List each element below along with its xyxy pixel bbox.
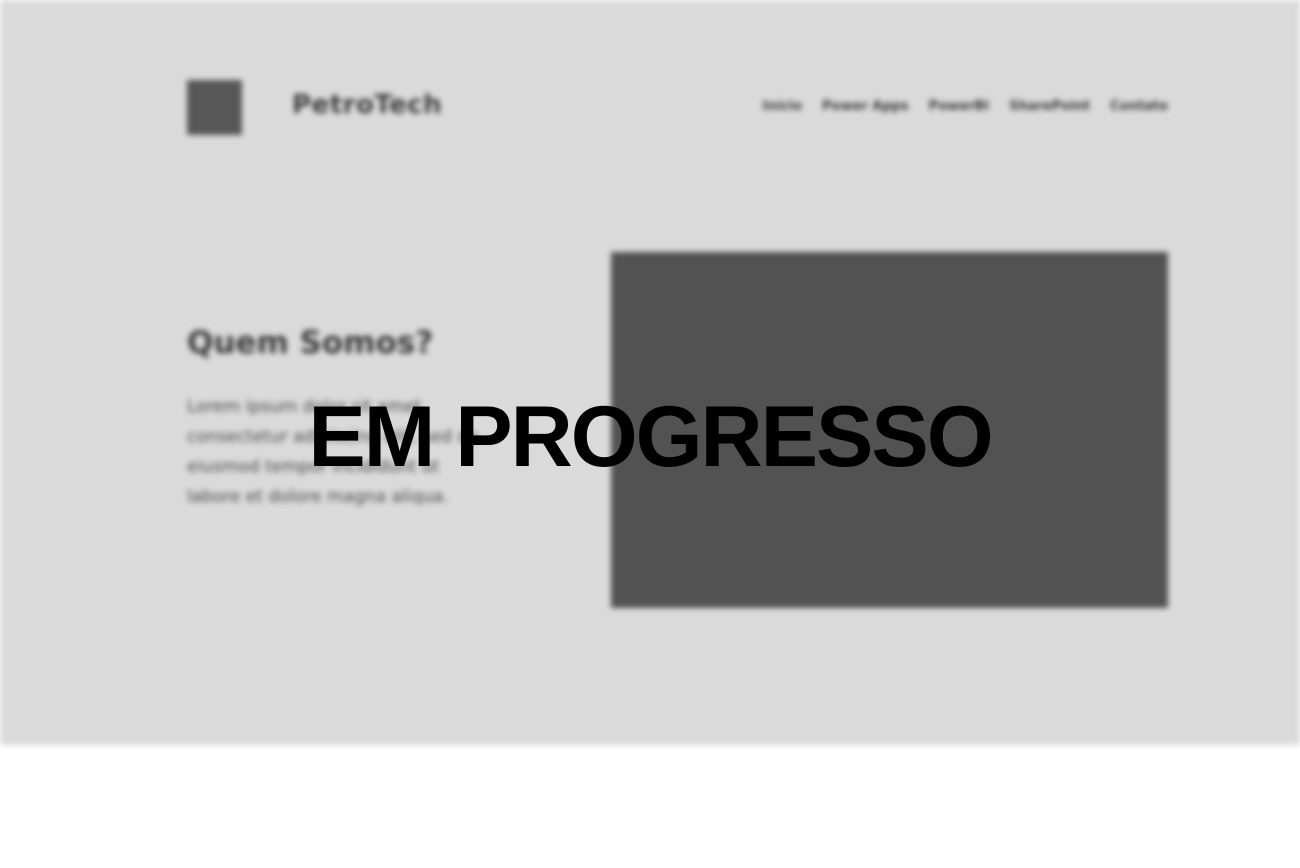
brand-name[interactable]: PetroTech [292,90,442,120]
nav-item-inicio[interactable]: Início [762,99,802,114]
hero-title: Quem Somos? [187,325,434,361]
logo-placeholder[interactable] [187,80,242,135]
page: PetroTech Início Power Apps PowerBI Shar… [0,0,1300,868]
in-progress-overlay-text: EM PROGRESSO [308,389,993,485]
nav-item-contato[interactable]: Contato [1110,99,1168,114]
nav-item-power-apps[interactable]: Power Apps [822,99,909,114]
nav-item-sharepoint[interactable]: SharePoint [1009,99,1090,114]
nav-item-powerbi[interactable]: PowerBI [929,99,989,114]
page-bottom-area [0,745,1300,868]
main-nav: Início Power Apps PowerBI SharePoint Con… [762,99,1168,114]
